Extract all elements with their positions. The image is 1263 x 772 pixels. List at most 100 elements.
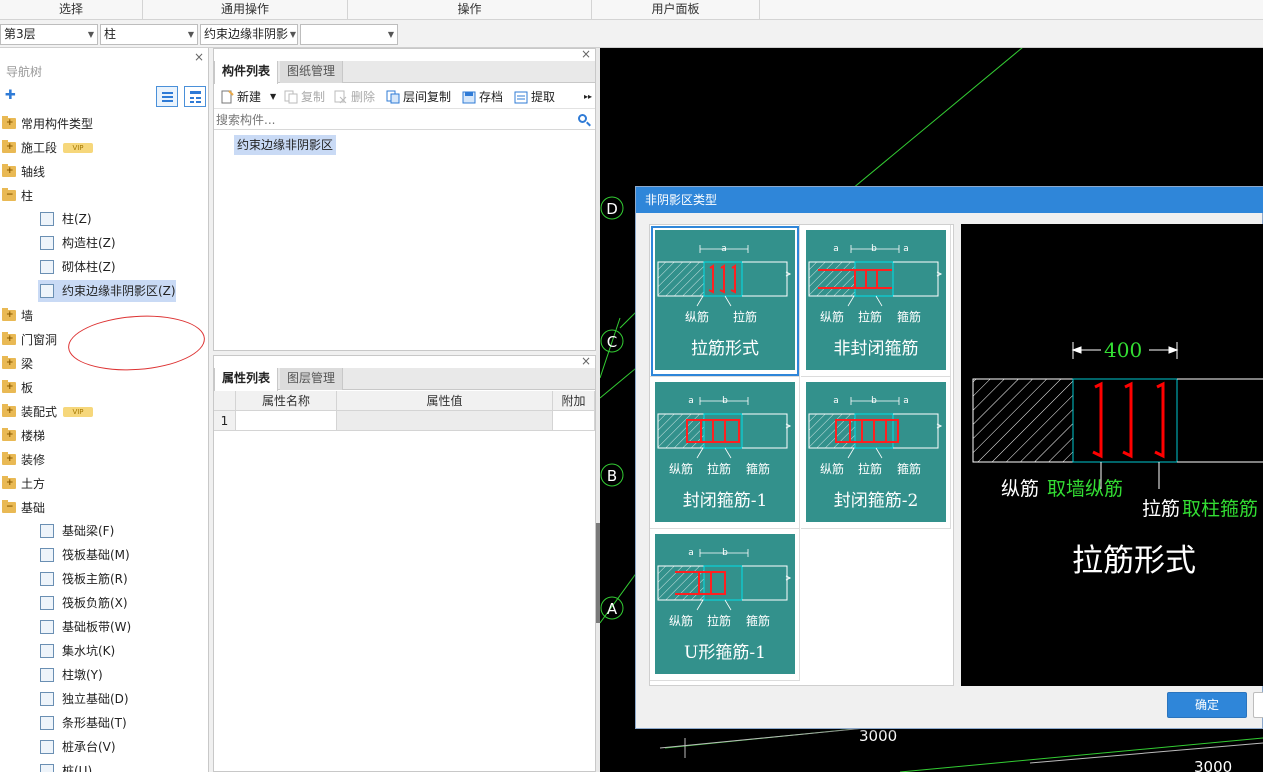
expand-icon[interactable]: − xyxy=(6,190,14,201)
expand-icon[interactable]: + xyxy=(6,334,14,345)
tile-rebar-label: 拉筋 xyxy=(707,614,732,628)
component-icon xyxy=(40,236,54,250)
ribbon-tab-user-panel[interactable]: 用户面板 xyxy=(592,0,760,20)
expand-icon[interactable]: + xyxy=(6,454,14,465)
nav-tree-item-label: 装配式 xyxy=(21,405,58,419)
folder-icon: + xyxy=(2,332,16,345)
type-tile[interactable]: a b a 纵筋 拉筋 箍筋 封闭箍筋-2 xyxy=(801,377,951,529)
chevron-down-icon: ▼ xyxy=(387,30,394,39)
ribbon: 选择 通用操作 操作 用户面板 xyxy=(0,0,1263,20)
shadow-zone-type-dialog: 非阴影区类型 a 纵筋 拉筋 拉筋形式 a b a 纵筋 拉筋 箍筋 非封闭箍筋 a b 纵筋 拉筋 箍筋 封闭… xyxy=(635,186,1263,729)
column-outline xyxy=(742,413,788,449)
expand-icon[interactable]: + xyxy=(6,118,14,129)
tab-drawing-management[interactable]: 图纸管理 xyxy=(280,61,344,83)
expand-icon[interactable]: + xyxy=(6,478,14,489)
expand-icon[interactable]: + xyxy=(6,358,14,369)
cancel-button[interactable] xyxy=(1253,692,1263,718)
axis-label: B xyxy=(607,467,617,485)
ribbon-tab-common-ops[interactable]: 通用操作 xyxy=(143,0,348,20)
tile-dimension-label: a xyxy=(833,396,839,406)
tile-rebar-label: 箍筋 xyxy=(897,310,922,324)
floor-copy-icon xyxy=(386,90,400,104)
close-icon[interactable]: × xyxy=(581,47,591,61)
tile-name: 拉筋形式 xyxy=(691,339,759,359)
folder-icon: + xyxy=(2,380,16,393)
component-select[interactable]: ▼ xyxy=(300,24,398,45)
nav-tree-subitem-label: 构造柱(Z) xyxy=(62,236,116,250)
search-icon[interactable] xyxy=(578,114,587,123)
zone-outline xyxy=(1072,378,1178,463)
extract-button-label: 提取 xyxy=(531,90,556,104)
tile-dimension-label: a xyxy=(721,244,727,254)
component-icon xyxy=(40,644,54,658)
tile-rebar-label: 箍筋 xyxy=(746,462,771,476)
nav-tree-toolbar: ✚ xyxy=(0,84,209,110)
tile-dimension-label: a xyxy=(903,396,909,406)
folder-icon: + xyxy=(2,428,16,441)
property-extra-header: 附加 xyxy=(553,391,595,411)
expand-icon[interactable]: − xyxy=(6,502,14,513)
add-icon[interactable]: ✚ xyxy=(5,88,16,103)
chevron-down-icon: ▼ xyxy=(87,30,94,39)
component-list-item[interactable]: 约束边缘非阴影区 xyxy=(234,135,337,155)
tab-property-list[interactable]: 属性列表 xyxy=(214,368,279,391)
tab-layer-management[interactable]: 图层管理 xyxy=(280,368,344,390)
type-tile-card: a b 纵筋 拉筋 箍筋 封闭箍筋-1 xyxy=(655,382,795,522)
tie-bar xyxy=(730,264,736,294)
tie-bar xyxy=(1092,381,1103,459)
ribbon-tab-select[interactable]: 选择 xyxy=(0,0,143,20)
detail-view-icon[interactable] xyxy=(184,86,206,107)
nav-tree-title: 导航树 xyxy=(6,65,43,79)
nav-tree-subitem-label: 砌体柱(Z) xyxy=(62,260,116,274)
type-tile-grid: a 纵筋 拉筋 拉筋形式 a b a 纵筋 拉筋 箍筋 非封闭箍筋 a b 纵筋 拉筋 箍筋 封闭箍筋-1 a b a… xyxy=(649,224,954,686)
tile-leaders xyxy=(847,447,883,459)
wall-hatch xyxy=(972,378,1074,463)
vip-badge: VIP xyxy=(63,407,93,417)
tile-dimension-label: b xyxy=(871,244,877,254)
confirm-button[interactable]: 确定 xyxy=(1167,692,1247,718)
red-annotation-ellipse xyxy=(66,311,207,375)
column-outline xyxy=(1177,378,1263,463)
property-value-cell[interactable] xyxy=(337,411,553,431)
expand-icon[interactable]: + xyxy=(6,166,14,177)
expand-icon[interactable]: + xyxy=(6,430,14,441)
folder-icon: + xyxy=(2,308,16,321)
property-name-cell[interactable] xyxy=(236,411,337,431)
folder-icon: + xyxy=(2,476,16,489)
expand-icon[interactable]: + xyxy=(6,310,14,321)
nav-tree-subitem-label: 基础板带(W) xyxy=(62,620,132,634)
tile-name: U形箍筋-1 xyxy=(684,643,766,663)
type-tile[interactable]: a b 纵筋 拉筋 箍筋 封闭箍筋-1 xyxy=(650,377,800,529)
component-icon xyxy=(40,212,54,226)
delete-icon xyxy=(334,90,347,104)
component-icon xyxy=(40,716,54,730)
expand-icon[interactable]: + xyxy=(6,382,14,393)
preview-tie-label: 拉筋 xyxy=(1142,498,1181,520)
rebar-shape xyxy=(708,264,736,294)
toolbar-overflow-button[interactable]: ▸▸ xyxy=(584,85,592,109)
extract-icon xyxy=(514,91,528,104)
expand-icon[interactable]: + xyxy=(6,406,14,417)
property-extra-cell[interactable] xyxy=(553,411,595,431)
tile-dimension-label: b xyxy=(871,396,877,406)
list-view-icon[interactable] xyxy=(156,86,178,107)
category-select[interactable]: 柱 ▼ xyxy=(100,24,198,45)
type-tile-card: a b a 纵筋 拉筋 箍筋 非封闭箍筋 xyxy=(806,230,946,370)
ribbon-tab-operations[interactable]: 操作 xyxy=(348,0,592,20)
component-search-input[interactable] xyxy=(216,111,571,128)
close-icon[interactable]: × xyxy=(581,354,591,368)
close-icon[interactable]: × xyxy=(194,50,204,64)
type-tile[interactable]: a b 纵筋 拉筋 箍筋 U形箍筋-1 xyxy=(650,529,800,681)
zone-outline xyxy=(854,261,894,297)
component-type-select[interactable]: 约束边缘非阴影 ▼ xyxy=(200,24,298,45)
component-list-panel: × 构件列表 图纸管理 新建 ▼ 复制 删除 层间复制 存档 提取 ▸▸ 搜索构… xyxy=(213,47,596,351)
tab-component-list[interactable]: 构件列表 xyxy=(214,61,279,84)
floor-select[interactable]: 第3层 ▼ xyxy=(0,24,98,45)
type-tile[interactable]: a b a 纵筋 拉筋 箍筋 非封闭箍筋 xyxy=(801,225,951,377)
row-number: 1 xyxy=(214,411,236,431)
dimension-label: 3000 xyxy=(1194,758,1232,772)
expand-icon[interactable]: + xyxy=(6,142,14,153)
type-tile[interactable]: a 纵筋 拉筋 拉筋形式 xyxy=(650,225,800,377)
tie-bar xyxy=(1154,381,1165,459)
nav-tree-subitem[interactable]: 约束边缘非阴影区(Z) xyxy=(38,280,176,302)
